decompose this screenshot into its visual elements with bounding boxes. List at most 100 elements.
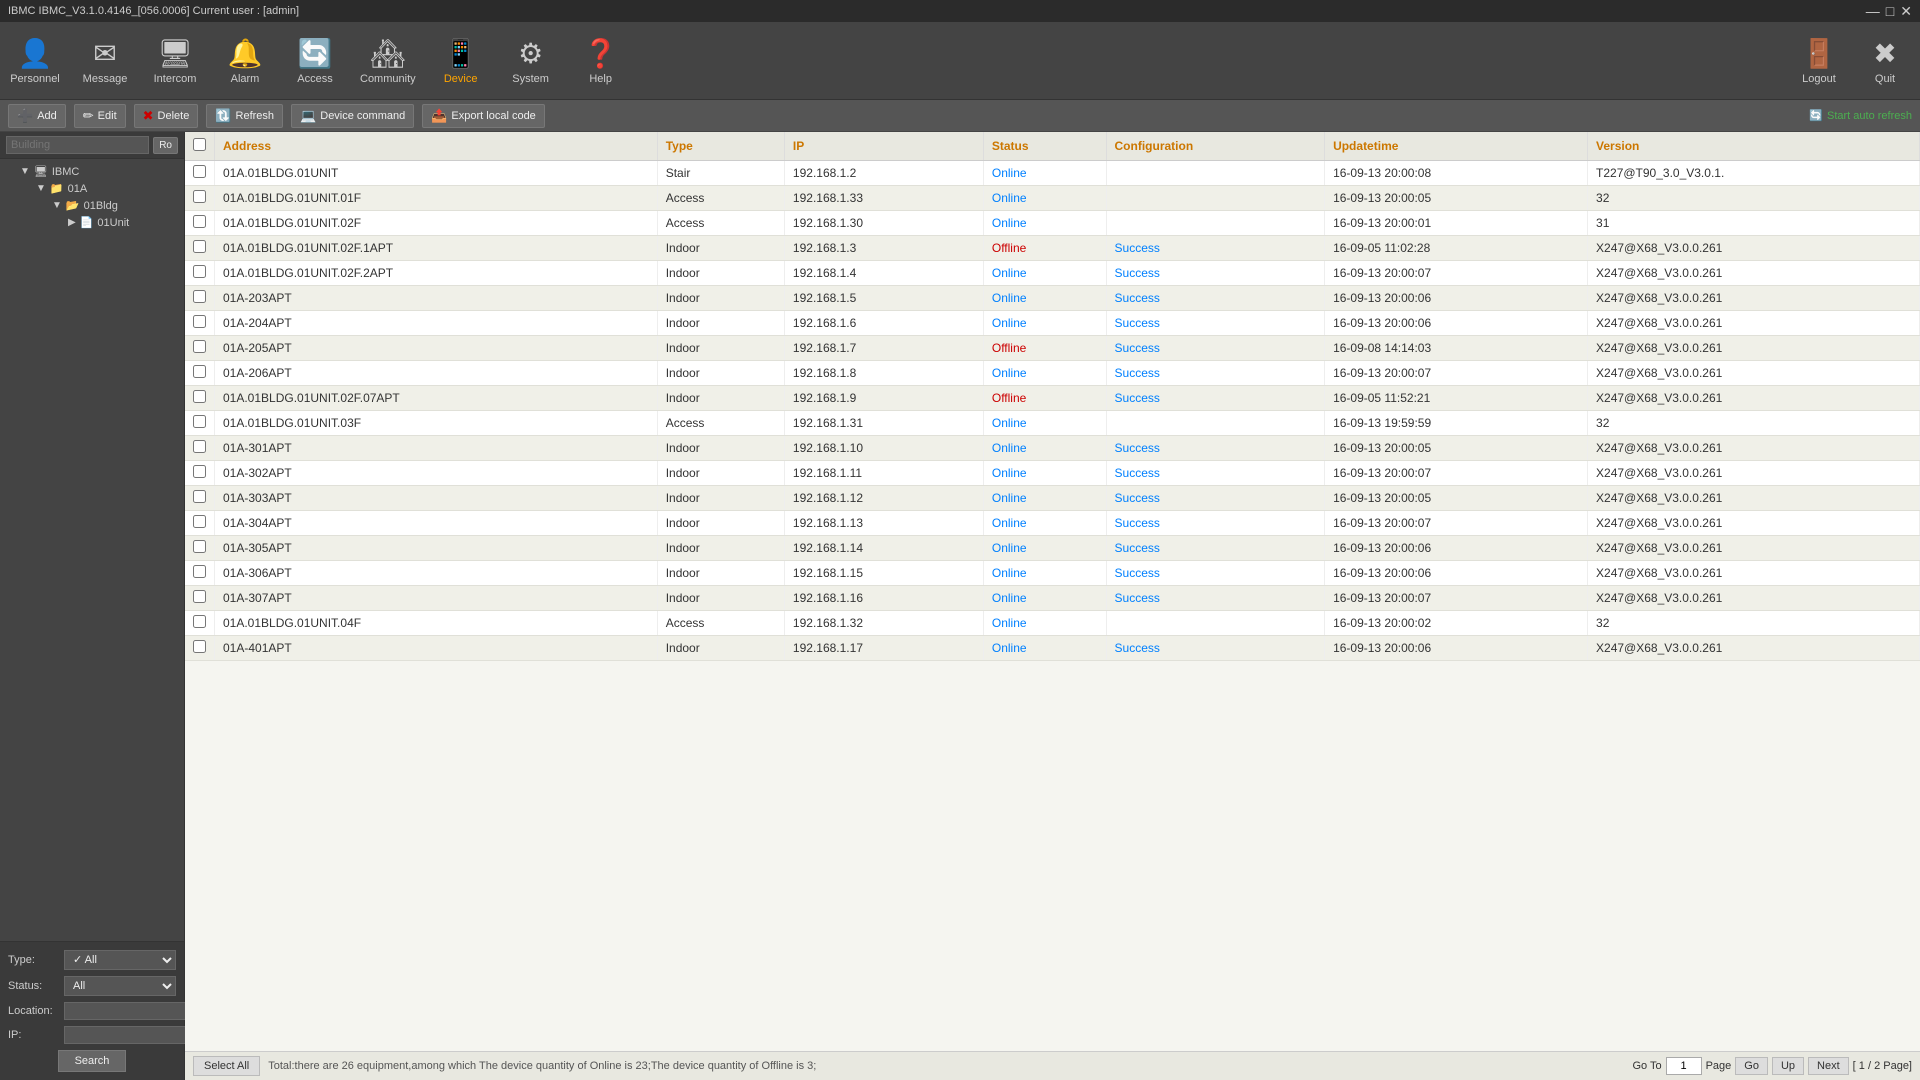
tree-node-01unit[interactable]: ▶ 📄 01Unit <box>4 214 180 231</box>
select-all-checkbox[interactable] <box>193 138 206 151</box>
col-address[interactable]: Address <box>215 132 658 161</box>
page-info: [ 1 / 2 Page] <box>1853 1060 1912 1072</box>
row-checkbox[interactable] <box>185 386 215 411</box>
next-button[interactable]: Next <box>1808 1057 1849 1075</box>
row-checkbox[interactable] <box>185 286 215 311</box>
tree-search-input[interactable] <box>6 136 149 154</box>
row-checkbox[interactable] <box>185 436 215 461</box>
row-address: 01A.01BLDG.01UNIT.03F <box>215 411 658 436</box>
tree-root-btn[interactable]: Ro <box>153 137 178 154</box>
row-ip: 192.168.1.14 <box>784 536 983 561</box>
row-updatetime: 16-09-13 20:00:05 <box>1325 186 1588 211</box>
export-button[interactable]: 📤 Export local code <box>422 104 545 128</box>
col-status[interactable]: Status <box>983 132 1106 161</box>
status-text: Total:there are 26 equipment,among which… <box>268 1060 1624 1072</box>
row-checkbox[interactable] <box>185 236 215 261</box>
row-checkbox[interactable] <box>185 211 215 236</box>
row-updatetime: 16-09-05 11:02:28 <box>1325 236 1588 261</box>
edit-button[interactable]: ✏ Edit <box>74 104 126 128</box>
row-checkbox[interactable] <box>185 611 215 636</box>
toolbar-access-label: Access <box>297 73 332 85</box>
table-row: 01A-401APT Indoor 192.168.1.17 Online Su… <box>185 636 1920 661</box>
page-input[interactable] <box>1666 1057 1702 1075</box>
page-label: Page <box>1706 1060 1732 1072</box>
row-address: 01A-302APT <box>215 461 658 486</box>
col-configuration[interactable]: Configuration <box>1106 132 1325 161</box>
auto-refresh-button[interactable]: 🔄 Start auto refresh <box>1809 109 1912 122</box>
row-checkbox[interactable] <box>185 461 215 486</box>
row-checkbox[interactable] <box>185 336 215 361</box>
row-config: Success <box>1106 361 1325 386</box>
col-version[interactable]: Version <box>1588 132 1920 161</box>
row-ip: 192.168.1.9 <box>784 386 983 411</box>
tree-node-01a[interactable]: ▼ 📁 01A <box>4 180 180 197</box>
01bldg-arrow-icon: ▼ <box>52 200 62 211</box>
row-checkbox[interactable] <box>185 161 215 186</box>
row-version: X247@X68_V3.0.0.261 <box>1588 386 1920 411</box>
col-updatetime[interactable]: Updatetime <box>1325 132 1588 161</box>
maximize-btn[interactable]: □ <box>1886 3 1894 20</box>
row-ip: 192.168.1.12 <box>784 486 983 511</box>
toolbar-personnel[interactable]: 👤 Personnel <box>10 37 60 85</box>
refresh-button[interactable]: 🔃 Refresh <box>206 104 283 128</box>
row-config: Success <box>1106 436 1325 461</box>
status-filter-row: Status: All Online Offline <box>8 976 176 996</box>
row-checkbox[interactable] <box>185 586 215 611</box>
toolbar-logout[interactable]: 🚪 Logout <box>1794 37 1844 85</box>
add-button[interactable]: ➕ Add <box>8 104 66 128</box>
select-all-button[interactable]: Select All <box>193 1056 260 1076</box>
status-filter-select[interactable]: All Online Offline <box>64 976 176 996</box>
01a-label: 01A <box>68 183 88 195</box>
toolbar-intercom-label: Intercom <box>154 73 197 85</box>
col-ip[interactable]: IP <box>784 132 983 161</box>
toolbar-system-label: System <box>512 73 549 85</box>
row-checkbox[interactable] <box>185 486 215 511</box>
toolbar-message[interactable]: ✉ Message <box>80 37 130 85</box>
row-checkbox[interactable] <box>185 361 215 386</box>
tree-node-01bldg[interactable]: ▼ 📂 01Bldg <box>4 197 180 214</box>
col-type[interactable]: Type <box>657 132 784 161</box>
row-checkbox[interactable] <box>185 261 215 286</box>
row-checkbox[interactable] <box>185 511 215 536</box>
row-address: 01A-305APT <box>215 536 658 561</box>
row-status: Offline <box>983 386 1106 411</box>
toolbar-system[interactable]: ⚙ System <box>506 37 556 85</box>
toolbar-intercom[interactable]: 🖥 Intercom <box>150 37 200 85</box>
table-row: 01A-304APT Indoor 192.168.1.13 Online Su… <box>185 511 1920 536</box>
row-checkbox[interactable] <box>185 636 215 661</box>
row-checkbox[interactable] <box>185 536 215 561</box>
row-updatetime: 16-09-13 20:00:05 <box>1325 436 1588 461</box>
device-command-button[interactable]: 💻 Device command <box>291 104 414 128</box>
toolbar-help[interactable]: ❓ Help <box>576 37 626 85</box>
row-status: Online <box>983 186 1106 211</box>
row-ip: 192.168.1.31 <box>784 411 983 436</box>
close-btn[interactable]: ✕ <box>1900 3 1912 20</box>
row-type: Indoor <box>657 361 784 386</box>
toolbar-quit[interactable]: ✖ Quit <box>1860 37 1910 85</box>
toolbar-access[interactable]: 🔄 Access <box>290 37 340 85</box>
ibmc-arrow-icon: ▼ <box>20 166 30 177</box>
row-checkbox[interactable] <box>185 411 215 436</box>
main-layout: Ro ▼ 🖥 IBMC ▼ 📁 01A ▼ 📂 01Bldg ▶ 📄 01Uni… <box>0 132 1920 1080</box>
toolbar-device[interactable]: 📱 Device <box>436 37 486 85</box>
row-checkbox[interactable] <box>185 186 215 211</box>
row-updatetime: 16-09-13 20:00:07 <box>1325 511 1588 536</box>
toolbar-alarm[interactable]: 🔔 Alarm <box>220 37 270 85</box>
up-button[interactable]: Up <box>1772 1057 1804 1075</box>
row-updatetime: 16-09-13 20:00:01 <box>1325 211 1588 236</box>
table-row: 01A-205APT Indoor 192.168.1.7 Offline Su… <box>185 336 1920 361</box>
row-updatetime: 16-09-13 20:00:07 <box>1325 361 1588 386</box>
toolbar-community[interactable]: 🏘 Community <box>360 37 416 85</box>
row-status: Online <box>983 261 1106 286</box>
row-checkbox[interactable] <box>185 311 215 336</box>
row-type: Indoor <box>657 386 784 411</box>
row-type: Indoor <box>657 461 784 486</box>
tree-node-ibmc[interactable]: ▼ 🖥 IBMC <box>4 163 180 180</box>
search-button[interactable]: Search <box>58 1050 127 1072</box>
type-filter-select[interactable]: ✓ All Indoor Access Stair <box>64 950 176 970</box>
delete-button[interactable]: ✖ Delete <box>134 104 199 128</box>
table-row: 01A.01BLDG.01UNIT.02F.2APT Indoor 192.16… <box>185 261 1920 286</box>
go-button[interactable]: Go <box>1735 1057 1768 1075</box>
minimize-btn[interactable]: — <box>1866 3 1880 20</box>
row-checkbox[interactable] <box>185 561 215 586</box>
